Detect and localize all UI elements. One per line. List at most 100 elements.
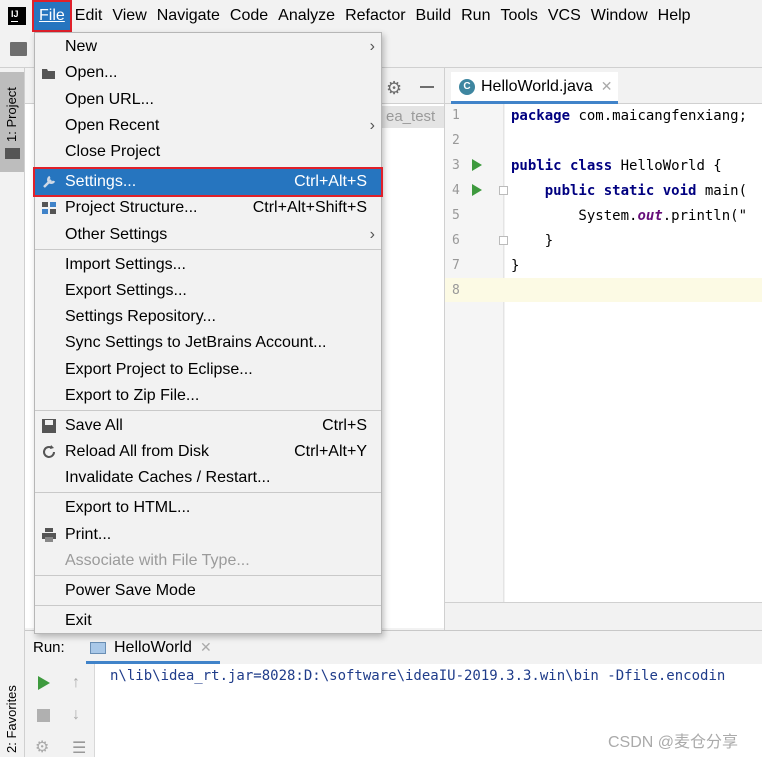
run-tab-helloworld[interactable]: HelloWorld ✕ (86, 634, 220, 664)
code-line-6: } (511, 233, 554, 249)
fold-icon[interactable] (499, 186, 508, 195)
menu-navigate[interactable]: Navigate (152, 2, 225, 30)
project-folder-icon[interactable] (10, 42, 27, 56)
menu-build[interactable]: Build (411, 2, 457, 30)
run-tab-label: HelloWorld (114, 638, 192, 656)
menu-item-import-settings[interactable]: Import Settings... (35, 252, 381, 278)
menu-window[interactable]: Window (586, 2, 653, 30)
menu-item-export-zip[interactable]: Export to Zip File... (35, 383, 381, 409)
menu-item-label: Import Settings... (65, 256, 186, 273)
line-number: 3 (452, 158, 460, 173)
menu-file[interactable]: File (32, 0, 72, 32)
line-number: 7 (452, 258, 460, 273)
menu-edit[interactable]: Edit (70, 2, 108, 30)
close-icon[interactable]: ✕ (601, 78, 613, 95)
editor-tab-helloworld[interactable]: C HelloWorld.java ✕ (451, 72, 619, 104)
printer-icon (42, 528, 56, 542)
refresh-icon (43, 445, 55, 458)
menu-run[interactable]: Run (456, 2, 495, 30)
menu-vcs[interactable]: VCS (543, 2, 586, 30)
settings-icon[interactable]: ⚙ (35, 737, 49, 757)
menu-tools[interactable]: Tools (495, 2, 542, 30)
keyword: public static void (544, 183, 697, 199)
fold-icon[interactable] (499, 236, 508, 245)
hide-panel-icon[interactable] (420, 86, 434, 88)
code-line-4: public static void main( (511, 183, 747, 199)
rerun-icon[interactable] (38, 676, 50, 690)
menu-refactor[interactable]: Refactor (340, 2, 410, 30)
menu-item-label: Sync Settings to JetBrains Account... (65, 334, 327, 351)
menu-vcs-label: VCS (547, 7, 581, 24)
menu-item-label: Open Recent (65, 117, 160, 134)
intellij-logo-icon: IJ (6, 5, 30, 29)
stop-icon[interactable] (37, 709, 50, 722)
menu-item-project-structure[interactable]: Project Structure... Ctrl+Alt+Shift+S (35, 195, 381, 221)
editor-breadcrumb-bar (444, 602, 762, 630)
code-editor[interactable] (505, 104, 762, 602)
menu-code[interactable]: Code (225, 2, 273, 30)
ide-window: IJ File Edit View Navigate Code Analyze … (0, 0, 762, 757)
menu-file-label: File (39, 7, 65, 24)
menu-item-export-settings[interactable]: Export Settings... (35, 278, 381, 304)
menu-view-label: View (112, 7, 147, 24)
soft-wrap-icon[interactable]: ☰ (72, 738, 86, 757)
menu-item-sync-settings[interactable]: Sync Settings to JetBrains Account... (35, 330, 381, 356)
run-class-icon[interactable] (472, 159, 482, 171)
menu-item-close-project[interactable]: Close Project (35, 139, 381, 165)
left-tool-strip: 1: Project 2: Favorites (0, 68, 25, 757)
static-field: out (637, 208, 663, 224)
menu-item-export-eclipse[interactable]: Export Project to Eclipse... (35, 357, 381, 383)
menu-item-exit[interactable]: Exit (35, 608, 381, 634)
menu-item-label: Other Settings (65, 226, 168, 243)
menu-item-reload-all[interactable]: Reload All from Disk Ctrl+Alt+Y (35, 439, 381, 465)
menu-item-new[interactable]: New › (35, 34, 381, 60)
menu-item-settings-repository[interactable]: Settings Repository... (35, 304, 381, 330)
menu-item-power-save-mode[interactable]: Power Save Mode (35, 578, 381, 604)
menu-item-shortcut: Ctrl+Alt+S (294, 173, 367, 190)
editor-tab-label: HelloWorld.java (481, 77, 593, 95)
chevron-right-icon: › (369, 226, 375, 243)
menu-analyze-label: Analyze (278, 7, 336, 24)
code-text: main( (696, 183, 748, 199)
favorites-tool-tab[interactable]: 2: Favorites (4, 685, 19, 753)
menu-item-other-settings[interactable]: Other Settings › (35, 222, 381, 248)
file-menu-dropdown: New › Open... Open URL... Open Recent › Cl… (33, 32, 383, 634)
keyword: package (511, 108, 571, 124)
save-icon (42, 419, 56, 433)
menu-item-label: Exit (65, 612, 92, 629)
run-panel-label: Run: (33, 639, 65, 656)
menu-help[interactable]: Help (653, 2, 696, 30)
menu-item-open-url[interactable]: Open URL... (35, 87, 381, 113)
menu-item-save-all[interactable]: Save All Ctrl+S (35, 413, 381, 439)
code-line-7: } (511, 258, 520, 274)
menu-view[interactable]: View (107, 2, 151, 30)
close-icon[interactable]: ✕ (200, 639, 212, 656)
gear-icon[interactable]: ⚙ (386, 78, 402, 99)
down-arrow-icon[interactable]: ↓ (72, 706, 80, 724)
menu-separator (35, 605, 381, 606)
menu-item-open[interactable]: Open... (35, 60, 381, 86)
menu-item-export-html[interactable]: Export to HTML... (35, 495, 381, 521)
project-tree-item[interactable]: ea_test (382, 106, 444, 128)
folder-icon[interactable] (5, 148, 20, 159)
menu-bar: IJ File Edit View Navigate Code Analyze … (0, 0, 762, 32)
menu-separator (35, 492, 381, 493)
menu-item-open-recent[interactable]: Open Recent › (35, 113, 381, 139)
line-number: 8 (452, 283, 460, 298)
menu-item-print[interactable]: Print... (35, 522, 381, 548)
menu-item-label: Export to Zip File... (65, 387, 200, 404)
menu-item-label: Open... (65, 64, 118, 81)
menu-item-invalidate-caches[interactable]: Invalidate Caches / Restart... (35, 465, 381, 491)
open-folder-icon (42, 69, 55, 79)
up-arrow-icon[interactable]: ↑ (72, 674, 80, 692)
menu-item-label: Open URL... (65, 91, 154, 108)
menu-code-label: Code (229, 7, 269, 24)
menu-analyze[interactable]: Analyze (273, 2, 340, 30)
console-output-line: n\lib\idea_rt.jar=8028:D:\software\ideaI… (110, 668, 726, 684)
run-main-icon[interactable] (472, 184, 482, 196)
menu-refactor-label: Refactor (345, 7, 406, 24)
code-text: HelloWorld { (612, 158, 722, 174)
menu-item-shortcut: Ctrl+Alt+Y (294, 443, 367, 460)
menu-item-settings[interactable]: Settings... Ctrl+Alt+S (33, 167, 383, 197)
menu-item-label: Export Settings... (65, 282, 187, 299)
